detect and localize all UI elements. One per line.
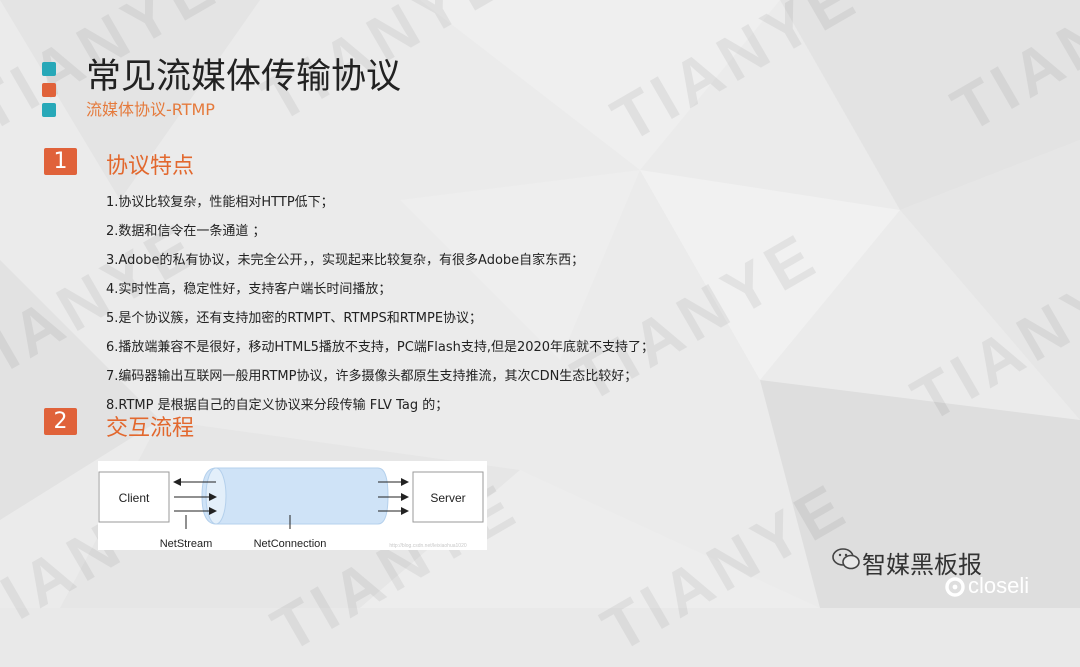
list-item: 6.播放端兼容不是很好，移动HTML5播放不支持，PC端Flash支持,但是20… bbox=[106, 340, 655, 355]
list-item: 3.Adobe的私有协议，未完全公开，，实现起来比较复杂，有很多Adobe自家东… bbox=[106, 253, 585, 268]
client-label: Client bbox=[119, 491, 150, 505]
source-url: http://blog.csdn.net/leixiaohua1020 bbox=[389, 543, 466, 549]
feature-list: 1.协议比较复杂，性能相对HTTP低下； 2.数据和信令在一条通道 ； 3.Ad… bbox=[106, 188, 654, 420]
netconnection-channel bbox=[201, 467, 389, 525]
wechat-icon bbox=[832, 548, 860, 570]
list-item: 1.协议比较复杂，性能相对HTTP低下； bbox=[106, 195, 334, 210]
title-decoration-square bbox=[42, 83, 56, 97]
channel-end bbox=[205, 467, 227, 525]
closeli-logo-icon bbox=[945, 577, 965, 597]
section-number: 2 bbox=[44, 408, 77, 435]
netstream-label: NetStream bbox=[160, 538, 213, 550]
rtmp-flow-diagram: Client Server NetStream NetConnection ht… bbox=[98, 461, 487, 550]
server-label: Server bbox=[430, 491, 465, 505]
section-number: 1 bbox=[44, 148, 77, 175]
brand-closeli-name: closeli bbox=[968, 573, 1030, 598]
brand-wechat-name: 智媒黑板报 bbox=[862, 551, 982, 579]
netconnection-label: NetConnection bbox=[254, 538, 327, 550]
list-item: 4.实时性高，稳定性好，支持客户端长时间播放； bbox=[106, 282, 392, 297]
title-decoration-square bbox=[42, 103, 56, 117]
section-heading: 协议特点 bbox=[106, 154, 195, 179]
slide-title: 常见流媒体传输协议 bbox=[86, 57, 402, 97]
title-decoration-square bbox=[42, 62, 56, 76]
section-heading: 交互流程 bbox=[106, 416, 195, 441]
list-item: 5.是个协议簇，还有支持加密的RTMPT、RTMPS和RTMPE协议； bbox=[106, 311, 483, 326]
list-item: 7.编码器输出互联网一般用RTMP协议，许多摄像头都原生支持推流，其次CDN生态… bbox=[106, 369, 638, 384]
list-item: 2.数据和信令在一条通道 ； bbox=[106, 224, 266, 239]
slide-subtitle: 流媒体协议-RTMP bbox=[86, 100, 215, 119]
